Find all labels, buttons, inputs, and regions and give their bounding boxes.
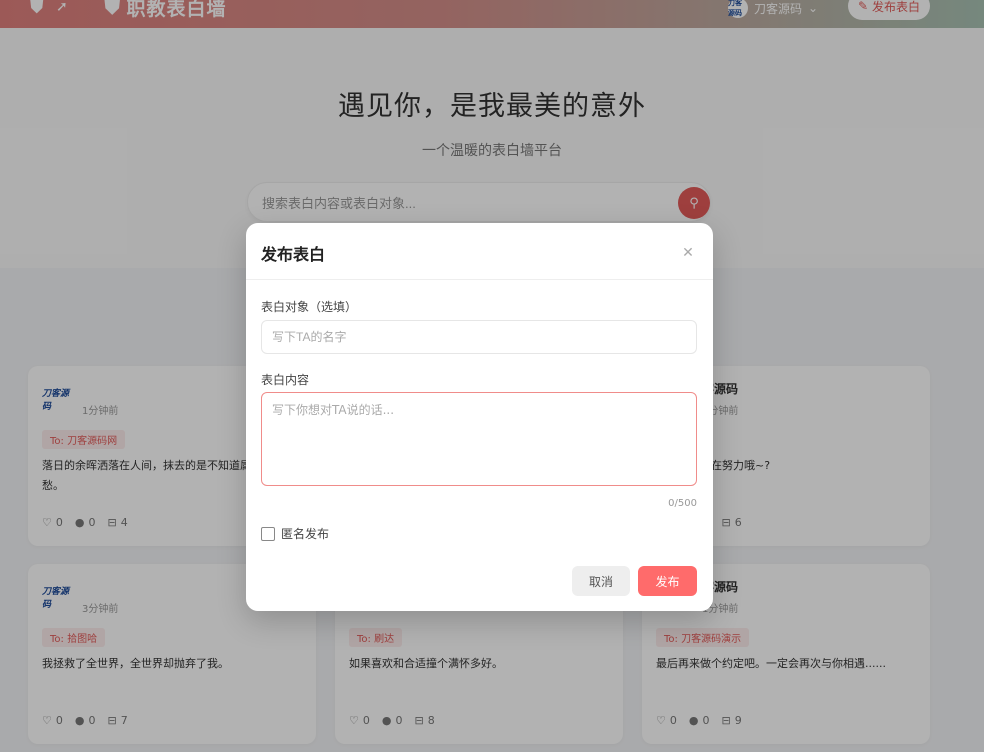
submit-button[interactable]: 发布	[638, 566, 697, 596]
anonymous-label: 匿名发布	[281, 527, 330, 541]
content-textarea[interactable]	[261, 392, 697, 486]
target-name-input[interactable]	[261, 320, 697, 354]
close-icon[interactable]: ✕	[680, 245, 696, 261]
anonymous-option[interactable]: 匿名发布	[261, 525, 329, 542]
char-counter: 0/500	[668, 498, 697, 509]
modal-title: 发布表白	[261, 245, 326, 264]
target-label: 表白对象（选填）	[261, 300, 358, 314]
publish-modal: 发布表白 ✕ 表白对象（选填） 表白内容 0/500 匿名发布 取消 发布	[246, 223, 713, 611]
cancel-button[interactable]: 取消	[572, 566, 630, 596]
anonymous-checkbox[interactable]	[261, 526, 275, 541]
divider	[246, 279, 713, 280]
content-label: 表白内容	[261, 373, 310, 387]
